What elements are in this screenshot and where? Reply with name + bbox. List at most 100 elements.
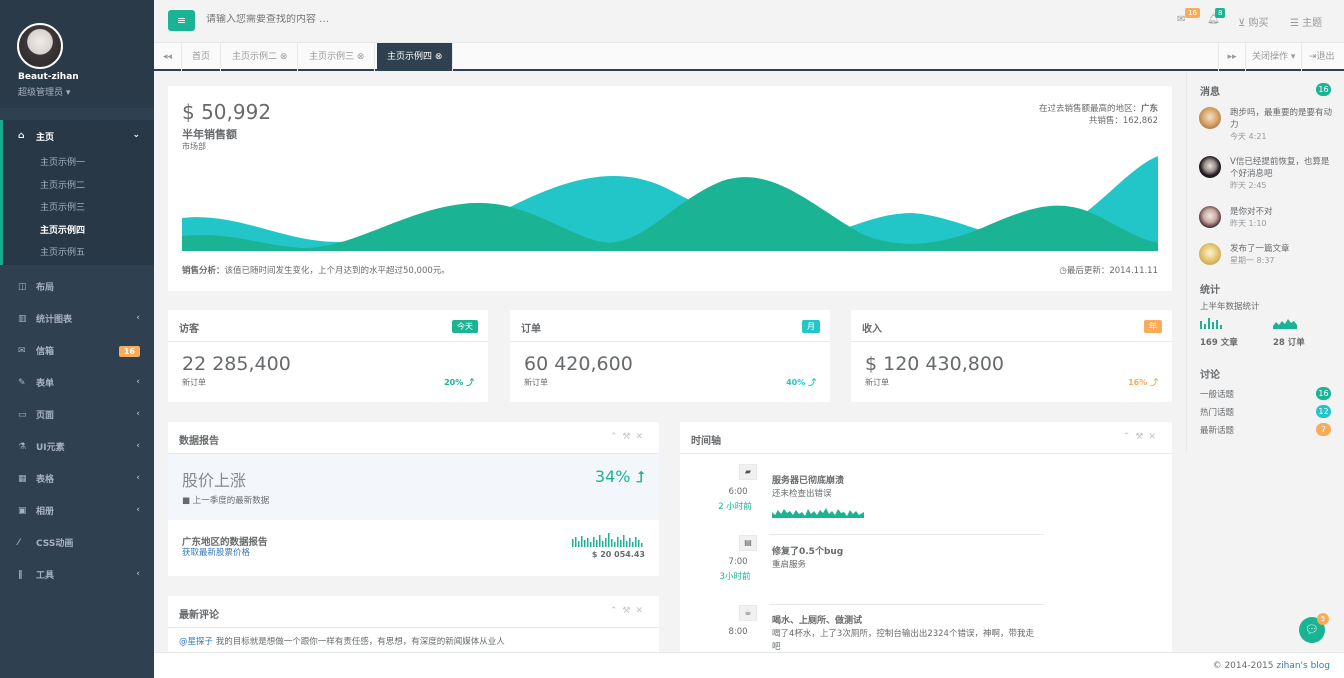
close-icon[interactable]: ✕ [635, 432, 648, 442]
wrench-icon[interactable]: ⚒ [622, 432, 635, 442]
collapse-icon[interactable]: ⌃ [1123, 432, 1136, 442]
comment-author[interactable]: @星探子 [179, 637, 213, 647]
sidebar-item-label: 相册 [36, 507, 55, 517]
discussion-item-latest[interactable]: 最新话题 [1200, 424, 1234, 436]
articles-bar-sparkline [1200, 318, 1222, 329]
sales-analysis: 销售分析：该值已随时间发生变化，上个月达到的水平超过50,000元。 [182, 264, 450, 276]
sidebar-item-label: 布局 [36, 283, 55, 293]
user-role-dropdown[interactable]: 超级管理员 ▾ [18, 85, 70, 98]
message-time: 星期一 8:37 [1230, 256, 1275, 265]
comment-item: @星探子 我的目标就是想做一个跟你一样有责任感，有思想，有深度的新闻媒体从业人 [179, 635, 505, 647]
mail-button[interactable]: ✉ 16 [1177, 8, 1200, 25]
blog-link[interactable]: zihan's blog [1276, 661, 1330, 671]
submenu-item[interactable]: 主页示例五 [3, 242, 154, 265]
tab-home[interactable]: 首页 [182, 43, 222, 71]
sidebar-item-css-animation[interactable]: ⁄ CSS动画 [0, 527, 154, 559]
divider [168, 341, 488, 342]
top-region-info: 在过去销售额最高的地区：广东 [1039, 102, 1158, 114]
stat-title: 订单 [521, 324, 541, 335]
panel-tools: ⌃⚒✕ [1123, 432, 1161, 442]
submenu-item[interactable]: 主页示例一 [3, 152, 154, 175]
sidebar-item-label: 页面 [36, 411, 55, 421]
avatar[interactable] [17, 23, 63, 69]
magic-icon: ⁄ [18, 537, 20, 548]
region-report-link[interactable]: 获取最新股票价格 [182, 546, 250, 558]
message-time: 昨天 1:10 [1230, 219, 1267, 228]
stat-sub: 新订单 [182, 378, 206, 387]
panel-title: 最新评论 [179, 610, 219, 621]
articles-count: 169 文章 [1200, 338, 1238, 348]
user-name[interactable]: Beaut-zihan [18, 72, 79, 82]
notification-button[interactable]: 🔔︎ 8 [1207, 8, 1226, 25]
sidebar-item-tables[interactable]: ▦ 表格 ‹ [0, 463, 154, 495]
close-icon[interactable]: ✕ [635, 606, 648, 616]
chat-button[interactable]: 💬︎ 5 [1299, 613, 1329, 643]
sidebar-item-pages[interactable]: ▭ 页面 ‹ [0, 399, 154, 431]
stat-percent: 40% ⤴ [786, 378, 816, 387]
stock-percent-value: 34% [594, 467, 631, 486]
timeline-sparkline [772, 508, 864, 518]
orders-count: 28 订单 [1273, 338, 1305, 348]
messages-title: 消息 [1200, 87, 1220, 98]
right-sidebar: 消息 16 跑步吗，最重要的是要有动力 今天 4:21 Ⅴ信已经提前恢复，也算是个… [1186, 72, 1344, 453]
theme-link[interactable]: ☰ 主题 [1290, 14, 1322, 29]
desktop-icon: ▭ [18, 409, 27, 420]
message-time: 今天 4:21 [1230, 132, 1267, 141]
stats-sub: 上半年数据统计 [1200, 302, 1260, 312]
top-navbar: ≡ ✉ 16 🔔︎ 8 ⊻ 购买 ☰ 主题 [154, 0, 1344, 43]
sales-area-chart [182, 156, 1158, 251]
collapse-icon[interactable]: ⌃ [610, 606, 623, 616]
sidebar-item-mailbox[interactable]: ✉ 信箱 16 [0, 335, 154, 367]
discussion-item-general[interactable]: 一般话题 [1200, 388, 1234, 400]
stat-value: $ 120 430,800 [865, 353, 1005, 375]
sidebar-item-gallery[interactable]: ▣ 相册 ‹ [0, 495, 154, 527]
sidebar-item-charts[interactable]: ▥ 统计图表 ‹ [0, 303, 154, 335]
buy-link[interactable]: ⊻ 购买 [1238, 14, 1269, 29]
collapse-icon[interactable]: ⌃ [610, 432, 623, 442]
sidebar-menu: ⌂ 主页 ⌄ 主页示例一 主页示例二 主页示例三 主页示例四 主页示例五 ◫ 布局… [0, 120, 154, 591]
tabs-forward-button[interactable]: ▸▸ [1218, 43, 1246, 71]
region-value: 广东 [1140, 104, 1158, 114]
submenu-item[interactable]: 主页示例三 [3, 197, 154, 220]
sidebar-item-label: 表单 [36, 379, 55, 389]
sidebar-item-layout[interactable]: ◫ 布局 [0, 271, 154, 303]
stat-card-visitors: 访客 今天 22 285,400 新订单 20% ⤴ [168, 310, 488, 402]
sales-amount: $ 50,992 [182, 100, 272, 124]
clock-icon: ◷ [1059, 266, 1067, 276]
panel-title: 时间轴 [691, 436, 721, 447]
latest-comments-panel: 最新评论 ⌃⚒✕ @星探子 我的目标就是想做一个跟你一样有责任感，有思想，有深度… [168, 596, 659, 652]
tab-dashboard-3[interactable]: 主页示例三 ⊗ [299, 43, 376, 71]
chevron-left-icon: ‹ [136, 568, 140, 579]
close-ops-dropdown[interactable]: 关闭操作 ▾ [1246, 43, 1303, 71]
stat-card-income: 收入 年 $ 120 430,800 新订单 16% ⤴ [851, 310, 1172, 402]
close-icon[interactable]: ✕ [1148, 432, 1161, 442]
timeline-relative: 3小时前 [719, 572, 751, 582]
sidebar-item-forms[interactable]: ✎ 表单 ‹ [0, 367, 154, 399]
wrench-icon[interactable]: ⚒ [622, 606, 635, 616]
search-input[interactable] [206, 14, 506, 25]
mailbox-badge: 16 [118, 345, 140, 357]
message-time: 昨天 2:45 [1230, 181, 1267, 190]
cutlery-icon: ‖ [18, 569, 23, 580]
stat-sub: 新订单 [524, 378, 548, 387]
tabs-back-button[interactable]: ◂◂ [154, 43, 182, 71]
exit-button[interactable]: ⇥退出 [1304, 43, 1340, 71]
stock-section: 股价上涨 34% ⮥ ■ 上一季度的最新数据 [168, 454, 659, 520]
submenu-item-active[interactable]: 主页示例四 [3, 220, 154, 243]
chevron-left-icon: ‹ [136, 408, 140, 419]
wrench-icon[interactable]: ⚒ [1135, 432, 1148, 442]
sidebar-item-tools[interactable]: ‖ 工具 ‹ [0, 559, 154, 591]
sidebar-item-home[interactable]: ⌂ 主页 ⌄ [0, 120, 154, 152]
theme-label: 主题 [1302, 18, 1323, 29]
tab-dashboard-2[interactable]: 主页示例二 ⊗ [222, 43, 299, 71]
comments-icon: 💬︎ [1305, 623, 1319, 636]
message-avatar [1199, 107, 1221, 129]
discussion-item-hot[interactable]: 热门话题 [1200, 406, 1234, 418]
tab-dashboard-4[interactable]: 主页示例四 ⊗ [377, 43, 454, 71]
copyright-text: © 2014-2015 [1212, 661, 1274, 671]
menu-toggle-button[interactable]: ≡ [168, 10, 195, 31]
submenu-item[interactable]: 主页示例二 [3, 175, 154, 198]
exit-label: 退出 [1316, 52, 1335, 62]
sidebar-item-label: 工具 [36, 571, 55, 581]
sidebar-item-ui[interactable]: ⚗ UI元素 ‹ [0, 431, 154, 463]
